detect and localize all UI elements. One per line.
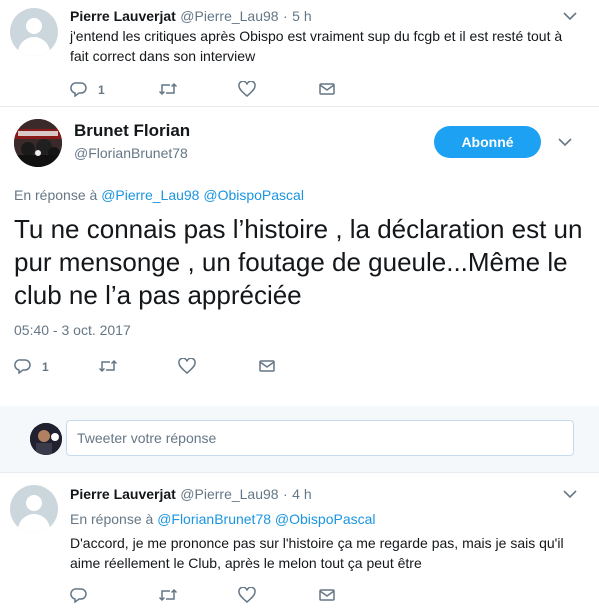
like-button[interactable] <box>178 357 258 374</box>
retweet-button[interactable] <box>98 358 178 374</box>
retweet-icon <box>158 82 178 95</box>
like-button[interactable] <box>238 587 318 603</box>
author-handle[interactable]: @FlorianBrunet78 <box>74 145 188 161</box>
reply-icon <box>14 358 31 374</box>
tweet-main: Brunet Florian @FlorianBrunet78 Abonné E… <box>0 107 599 405</box>
like-icon <box>178 357 196 374</box>
author-name[interactable]: Pierre Lauverjat <box>70 8 176 24</box>
tweet-time[interactable]: 5 h <box>292 8 311 24</box>
retweet-icon <box>158 588 178 602</box>
reply-count: 1 <box>98 83 105 97</box>
author-name[interactable]: Pierre Lauverjat <box>70 486 176 502</box>
mention-link[interactable]: @FlorianBrunet78 <box>157 511 271 527</box>
avatar[interactable] <box>10 485 58 533</box>
mention-link[interactable]: @ObispoPascal <box>203 187 304 203</box>
dm-icon <box>319 589 335 601</box>
replying-prefix: En réponse à <box>70 511 154 527</box>
tweet-actions <box>70 587 336 603</box>
separator-dot: · <box>283 486 288 502</box>
tweet-top[interactable]: Pierre Lauverjat @Pierre_Lau98 · 5 h j'e… <box>0 0 599 106</box>
reply-icon <box>70 81 87 97</box>
tweet-time[interactable]: 4 h <box>292 486 311 502</box>
reply-input[interactable]: Tweeter votre réponse <box>66 420 574 456</box>
tweet-text: D'accord, je me prononce pas sur l'histo… <box>70 535 564 571</box>
reply-composer: Tweeter votre réponse <box>0 406 599 472</box>
reply-button[interactable]: 1 <box>14 357 98 374</box>
tweet-actions: 1 <box>70 80 336 97</box>
tweet-actions: 1 <box>14 357 276 374</box>
dm-button[interactable] <box>318 587 336 603</box>
dm-button[interactable] <box>258 358 276 374</box>
replying-prefix: En réponse à <box>14 187 98 203</box>
author-name[interactable]: Brunet Florian <box>74 121 190 141</box>
avatar-photo <box>14 119 62 167</box>
like-icon <box>238 587 256 603</box>
reply-count: 1 <box>42 360 49 374</box>
tweet-bottom[interactable]: Pierre Lauverjat @Pierre_Lau98 · 4 h En … <box>0 473 599 610</box>
tweet-timestamp[interactable]: 05:40 - 3 oct. 2017 <box>14 322 131 338</box>
mention-link[interactable]: @Pierre_Lau98 <box>101 187 199 203</box>
reply-button[interactable]: 1 <box>70 80 158 97</box>
retweet-icon <box>98 359 118 372</box>
reply-button[interactable] <box>70 587 158 603</box>
dm-icon <box>259 359 275 372</box>
avatar[interactable] <box>14 119 62 167</box>
like-icon <box>238 80 256 97</box>
tweet-text: j'entend les critiques après Obispo est … <box>70 28 563 64</box>
retweet-button[interactable] <box>158 81 238 97</box>
avatar-photo <box>30 423 62 455</box>
replying-to: En réponse à @FlorianBrunet78 @ObispoPas… <box>70 511 376 527</box>
chevron-down-icon[interactable] <box>557 136 573 148</box>
author-handle[interactable]: @Pierre_Lau98 <box>180 486 278 502</box>
separator-dot: · <box>283 8 288 24</box>
avatar <box>30 423 62 455</box>
mention-link[interactable]: @ObispoPascal <box>275 511 376 527</box>
avatar[interactable] <box>10 8 58 56</box>
reply-icon <box>70 588 87 603</box>
dm-button[interactable] <box>318 81 336 97</box>
follow-button[interactable]: Abonné <box>434 126 541 158</box>
replying-to: En réponse à @Pierre_Lau98 @ObispoPascal <box>14 187 304 203</box>
tweet-text: Tu ne connais pas l’histoire , la déclar… <box>14 214 583 310</box>
dm-icon <box>319 82 335 95</box>
author-handle[interactable]: @Pierre_Lau98 <box>180 8 278 24</box>
like-button[interactable] <box>238 80 318 97</box>
chevron-down-icon[interactable] <box>562 10 578 22</box>
chevron-down-icon[interactable] <box>562 488 578 500</box>
retweet-button[interactable] <box>158 587 238 603</box>
